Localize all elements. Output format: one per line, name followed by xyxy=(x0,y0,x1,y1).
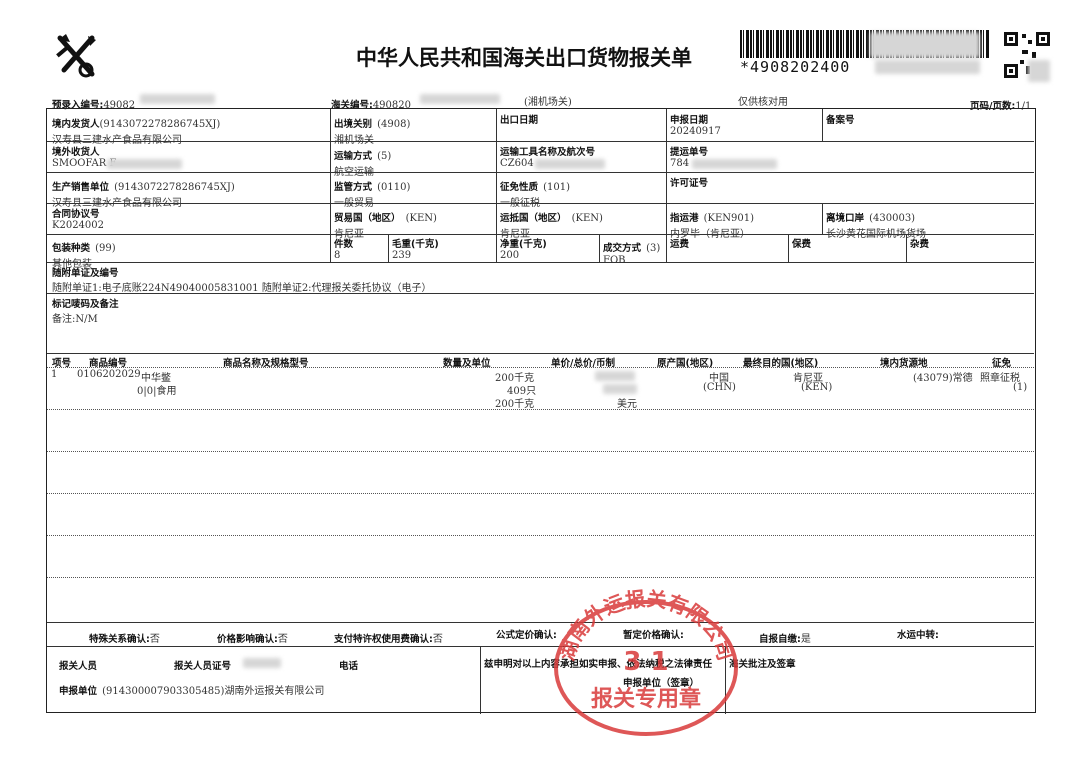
net-weight-field: 净重(千克) 200 xyxy=(500,239,547,261)
exit-port-field: 离境口岸 (430003) 长沙黄花国际机场货场 xyxy=(826,213,926,240)
pieces-field: 件数 8 xyxy=(334,239,354,261)
attached-docs-field: 随附单证及编号 随附单证1:电子底账224N49040005831001 随附单… xyxy=(52,268,432,294)
deal-mode-field: 成交方式 (3) FOB xyxy=(603,243,661,266)
col-final-dest: 最终目的国(地区) xyxy=(743,358,819,369)
record-no-label: 备案号 xyxy=(826,115,855,126)
col-hs-code: 商品编号 xyxy=(89,358,128,369)
trade-country-field: 贸易国（地区） (KEN) 肯尼亚 xyxy=(334,213,437,240)
contract-field: 合同协议号 K2024002 xyxy=(52,209,105,231)
royalty-confirm: 支付特许权使用费确认:否 xyxy=(334,634,443,645)
stamp-number: 3 1 xyxy=(623,647,668,677)
exit-date-label: 出口日期 xyxy=(500,115,539,126)
dest-port-field: 指运港 (KEN901) 内罗毕（肯尼亚） xyxy=(670,213,755,240)
self-report-confirm: 自报自缴:是 xyxy=(759,634,811,645)
shipper-field: 境内发货人(9143072278286745XJ) 汉寿县三建水产食品有限公司 xyxy=(52,119,221,146)
col-quantity: 数量及单位 xyxy=(443,358,491,369)
misc-fee-label: 杂费 xyxy=(910,239,930,250)
customs-emblem-icon xyxy=(50,30,102,82)
col-name-spec: 商品名称及规格型号 xyxy=(223,358,309,369)
table-row: 1 0106202029 中华鳖 0|0|食用 200千克 409只 200千克… xyxy=(51,369,1028,410)
formula-price-confirm: 公式定价确认: xyxy=(496,630,557,641)
producer-field: 生产销售单位 (9143072278286745XJ) 汉寿县三建水产食品有限公… xyxy=(52,182,235,209)
declarant-cert-label: 报关人员证号 xyxy=(174,661,232,672)
barcode-text: *4908202400 xyxy=(740,58,851,76)
transport-mode-field: 运输方式 (5) 航空运输 xyxy=(334,151,392,178)
marks-field: 标记唛码及备注 备注:N/M xyxy=(52,299,119,325)
col-origin: 原产国(地区) xyxy=(657,358,714,369)
declaring-unit: 申报单位 (914300007903305485)湖南外运报关有限公司 xyxy=(59,686,325,697)
exit-customs-field: 出境关别 (4908) 湘机场关 xyxy=(334,119,411,146)
license-label: 许可证号 xyxy=(670,178,709,189)
price-impact-confirm: 价格影响确认:否 xyxy=(217,634,288,645)
freight-label: 运费 xyxy=(670,239,690,250)
declare-date-field: 申报日期 20240917 xyxy=(670,115,721,137)
col-source: 境内货源地 xyxy=(880,358,928,369)
special-relation-confirm: 特殊关系确认:否 xyxy=(89,634,160,645)
dest-country-field: 运抵国（地区） (KEN) 肯尼亚 xyxy=(500,213,603,240)
col-tax: 征免 xyxy=(992,358,1012,369)
page-title: 中华人民共和国海关出口货物报关单 xyxy=(356,46,692,70)
col-price: 单价/总价/币制 xyxy=(551,358,615,369)
declarant-label: 报关人员 xyxy=(59,661,98,672)
tax-nature-field: 征免性质 (101) 一般征税 xyxy=(500,182,570,209)
insurance-label: 保费 xyxy=(792,239,812,250)
customs-office: (湘机场关) xyxy=(524,97,572,108)
for-checking-note: 仅供核对用 xyxy=(738,97,788,108)
declaration-form: 境内发货人(9143072278286745XJ) 汉寿县三建水产食品有限公司 … xyxy=(46,108,1036,714)
supervision-field: 监管方式 (0110) 一般贸易 xyxy=(334,182,411,209)
phone-label: 电话 xyxy=(339,661,359,672)
gross-weight-field: 毛重(千克) 239 xyxy=(392,239,439,261)
company-seal-stamp: 湖南外运报关有限公司 3 1 报关专用章 xyxy=(551,587,741,738)
col-item-no: 项号 xyxy=(52,358,72,369)
waterway-transit: 水运中转: xyxy=(897,630,939,641)
stamp-purpose: 报关专用章 xyxy=(591,686,701,712)
